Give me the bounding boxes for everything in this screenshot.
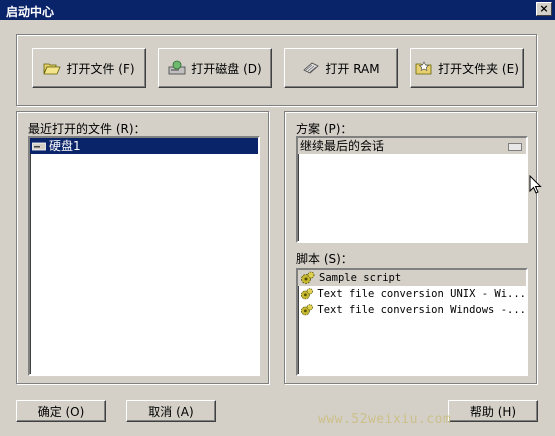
open-file-label: 打开文件 (F) xyxy=(66,61,135,76)
ram-chip-icon xyxy=(303,62,320,74)
list-item[interactable]: Text file conversion Windows -... xyxy=(298,302,526,318)
open-disk-button[interactable]: 打开磁盘 (D) xyxy=(158,48,272,88)
open-disk-label: 打开磁盘 (D) xyxy=(191,61,262,76)
dialog-body: 打开文件 (F) 打开磁盘 (D) 打开 RAM 打开文件夹 (E) 最近打开的… xyxy=(2,20,553,434)
list-item[interactable]: Text file conversion UNIX - Wi... xyxy=(298,286,526,302)
close-icon: × xyxy=(539,2,549,15)
scripts-label: 脚本 (S)： xyxy=(296,252,353,266)
window-icon xyxy=(508,143,522,151)
window-title: 启动中心 xyxy=(6,5,55,19)
scheme-label: 方案 (P)： xyxy=(296,122,353,136)
gear-script-icon xyxy=(301,271,315,284)
list-item-label: 硬盘1 xyxy=(49,139,81,153)
help-label: 帮助 (H) xyxy=(469,404,517,419)
recent-files-label: 最近打开的文件 (R)： xyxy=(28,122,146,136)
help-button[interactable]: 帮助 (H) xyxy=(448,400,538,422)
open-folder-label: 打开文件夹 (E) xyxy=(438,61,519,76)
list-item-label: Text file conversion Windows -... xyxy=(317,304,526,316)
mouse-cursor-icon xyxy=(529,175,542,194)
open-ram-button[interactable]: 打开 RAM xyxy=(284,48,398,88)
title-bar: 启动中心 × xyxy=(0,0,555,20)
list-item[interactable]: Sample script xyxy=(298,270,526,286)
open-folder-icon xyxy=(43,63,62,75)
close-button[interactable]: × xyxy=(536,2,552,16)
list-item-label: 继续最后的会话 xyxy=(300,139,385,153)
gear-script-icon xyxy=(300,304,313,316)
recent-files-list[interactable]: 硬盘1 xyxy=(28,136,260,376)
ok-button[interactable]: 确定 (O) xyxy=(16,400,106,422)
open-file-button[interactable]: 打开文件 (F) xyxy=(32,48,146,88)
scheme-list[interactable]: 继续最后的会话 xyxy=(296,136,528,243)
open-folder-button[interactable]: 打开文件夹 (E) xyxy=(410,48,524,88)
list-item[interactable]: 继续最后的会话 xyxy=(298,138,526,154)
list-item[interactable]: 硬盘1 xyxy=(30,138,258,154)
list-item-label: Text file conversion UNIX - Wi... xyxy=(317,288,526,300)
cancel-button[interactable]: 取消 (A) xyxy=(126,400,216,422)
folder-icon xyxy=(415,60,432,74)
cancel-label: 取消 (A) xyxy=(148,404,194,419)
disk-icon xyxy=(168,60,186,75)
scripts-list[interactable]: Sample script Text file conversion UNIX … xyxy=(296,268,528,376)
list-item-label: Sample script xyxy=(319,272,402,284)
hard-disk-icon xyxy=(32,142,46,151)
open-ram-label: 打开 RAM xyxy=(325,61,380,76)
gear-script-icon xyxy=(300,288,313,300)
ok-label: 确定 (O) xyxy=(37,404,85,419)
watermark-text: www.52weixiu.com xyxy=(318,412,452,427)
